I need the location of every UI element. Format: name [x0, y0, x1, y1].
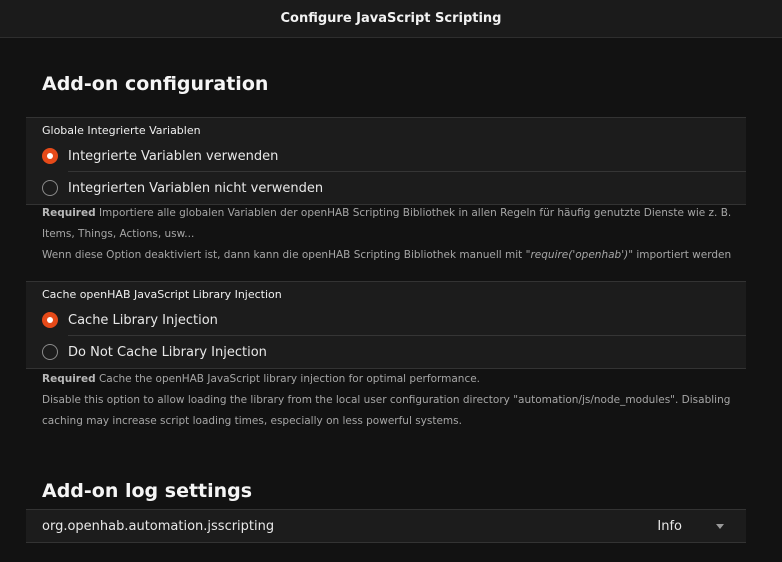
log-level-row: org.openhab.automation.jsscripting Info	[26, 509, 746, 543]
section-title-addon-configuration: Add-on configuration	[42, 73, 269, 95]
cache-desc-line1: Cache the openHAB JavaScript library inj…	[95, 373, 481, 385]
required-badge: Required	[42, 373, 96, 385]
radio-option-label: Cache Library Injection	[68, 312, 218, 328]
cache-group-label: Cache openHAB JavaScript Library Injecti…	[42, 288, 282, 301]
cache-description: Required Cache the openHAB JavaScript li…	[42, 369, 742, 432]
globals-desc-line2-pre: Wenn diese Option deaktiviert ist, dann …	[42, 249, 531, 261]
section-title-log-settings: Add-on log settings	[42, 480, 253, 502]
required-badge: Required	[42, 207, 96, 219]
radio-checked-icon[interactable]	[42, 312, 58, 328]
window-title: Configure JavaScript Scripting	[280, 11, 502, 26]
logger-name: org.openhab.automation.jsscripting	[42, 518, 275, 534]
radio-option-label: Do Not Cache Library Injection	[68, 344, 267, 360]
radio-option-use-globals[interactable]: Integrierte Variablen verwenden	[26, 140, 746, 172]
radio-option-no-globals[interactable]: Integrierten Variablen nicht verwenden	[26, 172, 746, 204]
radio-option-cache-injection[interactable]: Cache Library Injection	[26, 304, 746, 336]
cache-desc-line2: Disable this option to allow loading the…	[42, 394, 731, 427]
radio-unchecked-icon[interactable]	[42, 180, 58, 196]
config-page: Add-on configuration Globale Integrierte…	[0, 38, 782, 562]
radio-option-no-cache-injection[interactable]: Do Not Cache Library Injection	[26, 336, 746, 368]
radio-option-label: Integrierte Variablen verwenden	[68, 148, 279, 164]
log-level-select[interactable]: Info	[657, 519, 724, 534]
radio-option-label: Integrierten Variablen nicht verwenden	[68, 180, 324, 196]
globals-desc-line2-post: " importiert werden	[628, 249, 732, 261]
globals-group-label: Globale Integrierte Variablen	[42, 124, 201, 137]
globals-desc-line1: Importiere alle globalen Variablen der o…	[42, 207, 732, 240]
radio-unchecked-icon[interactable]	[42, 344, 58, 360]
globals-desc-code: require('openhab')	[530, 249, 629, 261]
globals-radio-group: Globale Integrierte Variablen Integriert…	[26, 117, 746, 205]
window-title-bar: Configure JavaScript Scripting	[0, 0, 782, 38]
cache-radio-group: Cache openHAB JavaScript Library Injecti…	[26, 281, 746, 369]
chevron-down-icon[interactable]	[716, 523, 724, 529]
radio-checked-icon[interactable]	[42, 148, 58, 164]
log-level-value: Info	[657, 518, 682, 534]
globals-description: Required Importiere alle globalen Variab…	[42, 203, 742, 266]
